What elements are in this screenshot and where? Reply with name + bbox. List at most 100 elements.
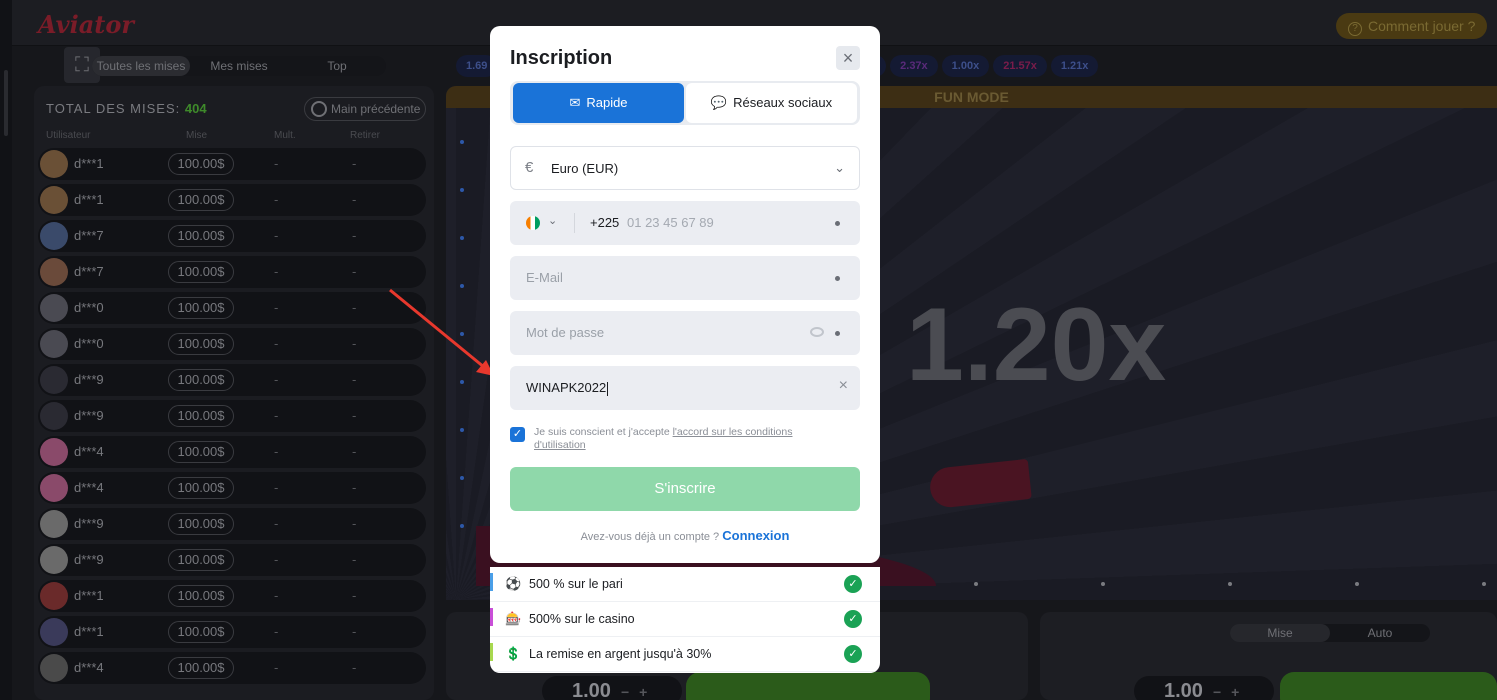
terms-checkbox[interactable]: ✓ xyxy=(510,427,525,442)
avatar xyxy=(40,582,68,610)
axis-dot xyxy=(460,188,464,192)
register-button[interactable]: S'inscrire xyxy=(510,467,860,511)
col-bet: Mise xyxy=(186,130,208,141)
scrollbar[interactable] xyxy=(4,70,8,136)
table-row: d***4 100.00$ - - xyxy=(38,472,426,504)
bet-mult: - xyxy=(274,444,279,459)
password-field[interactable]: Mot de passe xyxy=(510,311,860,355)
bet-amount: 100.00$ xyxy=(168,333,234,355)
plus-icon[interactable]: + xyxy=(639,684,647,700)
tab-all-bets[interactable]: Toutes les mises xyxy=(92,56,190,76)
bonus-item: ⚽ 500 % sur le pari ✓ xyxy=(490,567,880,602)
bonus-list: ⚽ 500 % sur le pari ✓ 🎰 500% sur le casino ✓ 💲… xyxy=(490,567,880,673)
previous-round-button[interactable]: Main précédente xyxy=(304,97,426,121)
avatar xyxy=(40,618,68,646)
bonus-label: 500% sur le casino xyxy=(529,612,635,626)
bet-user: d***4 xyxy=(74,660,104,675)
eye-icon[interactable] xyxy=(810,327,824,337)
tab-bet[interactable]: Mise xyxy=(1230,624,1330,642)
bets-tabs: Toutes les mises Mes mises Top xyxy=(92,56,386,76)
text-caret xyxy=(607,381,609,396)
bet-amount: 100.00$ xyxy=(168,369,234,391)
axis-dot xyxy=(1101,582,1105,586)
tab-social[interactable]: 💬 Réseaux sociaux xyxy=(686,83,857,123)
bet-cashout: - xyxy=(352,300,357,315)
bet-amount: 100.00$ xyxy=(168,261,234,283)
bet-amount: 100.00$ xyxy=(168,585,234,607)
bet-button-1[interactable] xyxy=(686,672,930,700)
tab-top[interactable]: Top xyxy=(288,56,386,76)
login-prompt-text: Avez-vous déjà un compte ? xyxy=(580,531,720,543)
multiplier-badge: 2.37x xyxy=(890,55,938,77)
page-edge xyxy=(0,0,12,700)
bet-mult: - xyxy=(274,516,279,531)
promo-code-text: WINAPK2022 xyxy=(526,380,607,395)
table-row: d***1 100.00$ - - xyxy=(38,616,426,648)
bonus-label: La remise en argent jusqu'à 30% xyxy=(529,647,712,661)
bet-amount: 100.00$ xyxy=(168,549,234,571)
registration-modal: Inscription × ✉ Rapide 💬 Réseaux sociaux €… xyxy=(490,26,880,563)
chevron-down-icon[interactable]: ⌄ xyxy=(548,214,557,227)
phone-field[interactable]: ⌄ +225 01 23 45 67 89 xyxy=(510,201,860,245)
currency-select[interactable]: € Euro (EUR) ⌄ xyxy=(510,146,860,190)
multiplier-badge: 1.00x xyxy=(941,55,990,77)
bet-button-2[interactable] xyxy=(1280,672,1497,700)
required-dot xyxy=(835,276,840,281)
table-row: d***1 100.00$ - - xyxy=(38,580,426,612)
bet-cashout: - xyxy=(352,516,357,531)
bet-amount: 100.00$ xyxy=(168,513,234,535)
table-row: d***0 100.00$ - - xyxy=(38,328,426,360)
avatar xyxy=(40,330,68,358)
col-mult: Mult. xyxy=(274,130,296,141)
bet-user: d***0 xyxy=(74,336,104,351)
bonus-icon: 💲 xyxy=(505,646,522,661)
table-row: d***9 100.00$ - - xyxy=(38,400,426,432)
required-dot xyxy=(835,221,840,226)
axis-dot xyxy=(974,582,978,586)
avatar xyxy=(40,402,68,430)
country-flag-icon[interactable] xyxy=(526,216,540,230)
bet-mult: - xyxy=(274,480,279,495)
tab-my-bets[interactable]: Mes mises xyxy=(190,56,288,76)
table-row: d***4 100.00$ - - xyxy=(38,652,426,684)
bet-cashout: - xyxy=(352,624,357,639)
check-icon: ✓ xyxy=(844,575,862,593)
bet-mult: - xyxy=(274,192,279,207)
bonus-icon: 🎰 xyxy=(505,611,522,626)
minus-icon[interactable]: − xyxy=(1213,684,1221,700)
bonus-color-strip xyxy=(490,573,493,591)
clear-icon[interactable]: × xyxy=(839,377,848,395)
avatar xyxy=(40,258,68,286)
promo-code-field[interactable]: WINAPK2022 × xyxy=(510,366,860,410)
bet-amount-2[interactable]: 1.00− + xyxy=(1134,676,1274,700)
bet-mult: - xyxy=(274,660,279,675)
close-icon[interactable]: × xyxy=(836,46,860,70)
avatar xyxy=(40,294,68,322)
bet-user: d***1 xyxy=(74,192,104,207)
bet-user: d***1 xyxy=(74,588,104,603)
phone-placeholder: 01 23 45 67 89 xyxy=(627,215,714,230)
how-to-play-button[interactable]: ? Comment jouer ? xyxy=(1336,13,1488,39)
bet-user: d***0 xyxy=(74,300,104,315)
tab-quick[interactable]: ✉ Rapide xyxy=(513,83,684,123)
login-link[interactable]: Connexion xyxy=(722,528,789,543)
phone-code: +225 xyxy=(590,215,620,230)
table-row: d***7 100.00$ - - xyxy=(38,220,426,252)
total-label: TOTAL DES MISES: xyxy=(46,101,181,116)
login-prompt: Avez-vous déjà un compte ? Connexion xyxy=(490,528,880,543)
bonus-color-strip xyxy=(490,643,493,661)
bonus-label: 500 % sur le pari xyxy=(529,577,623,591)
bets-list: d***1 100.00$ - - d***1 100.00$ - - d***7 100.00$… xyxy=(38,148,426,688)
bet-mode-toggle: Mise Auto xyxy=(1230,624,1430,642)
plus-icon[interactable]: + xyxy=(1231,684,1239,700)
bet-cashout: - xyxy=(352,264,357,279)
table-row: d***9 100.00$ - - xyxy=(38,364,426,396)
email-field[interactable]: E-Mail xyxy=(510,256,860,300)
tab-auto[interactable]: Auto xyxy=(1330,624,1430,642)
bet-mult: - xyxy=(274,156,279,171)
bet-amount-1[interactable]: 1.00− + xyxy=(542,676,682,700)
bet-mult: - xyxy=(274,372,279,387)
bet-user: d***4 xyxy=(74,480,104,495)
minus-icon[interactable]: − xyxy=(621,684,629,700)
avatar xyxy=(40,510,68,538)
